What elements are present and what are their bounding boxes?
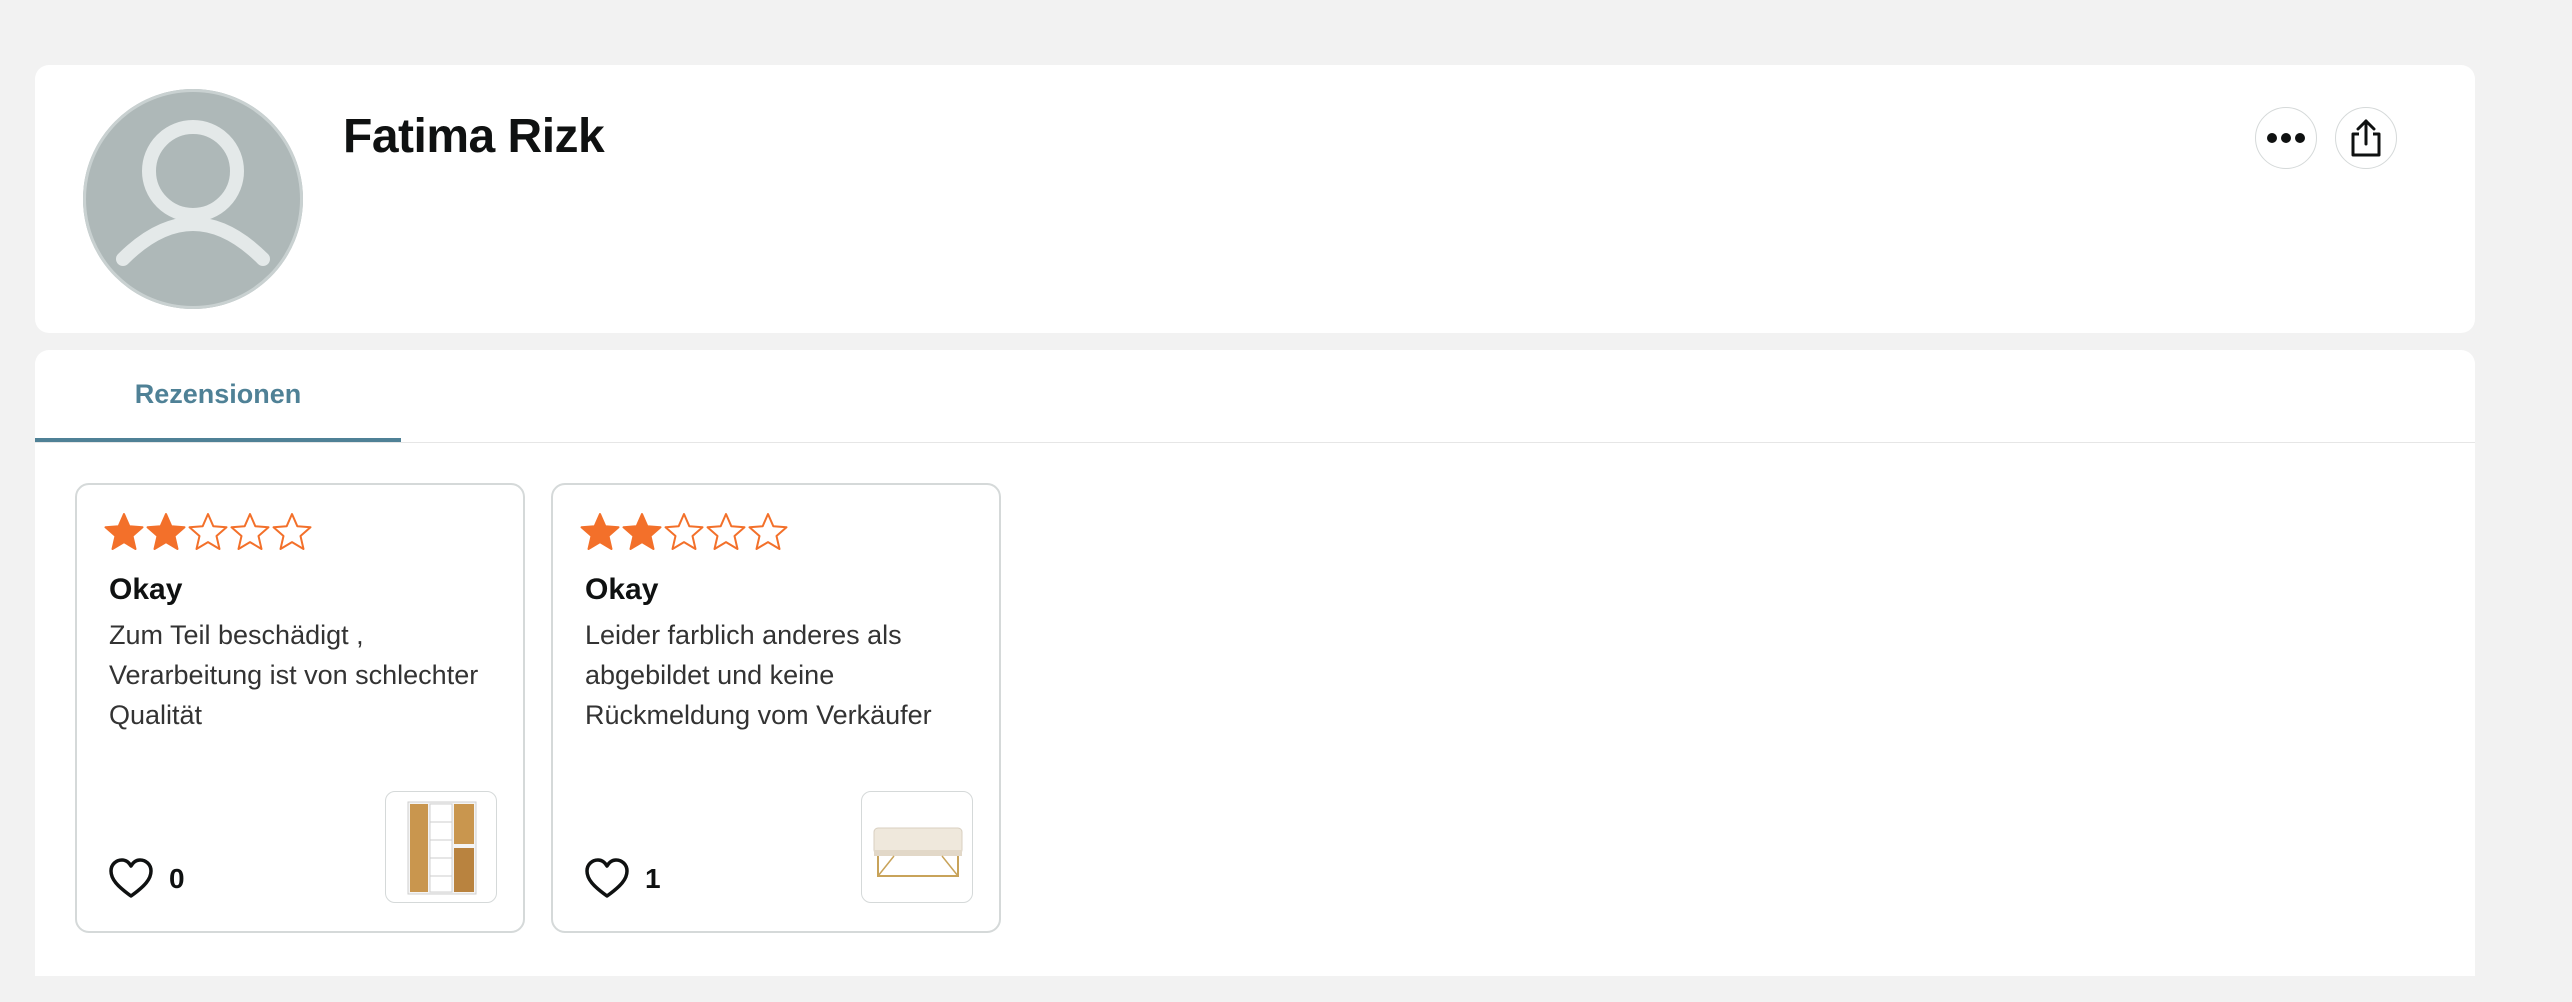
upholstered-bench-thumbnail xyxy=(873,827,963,877)
like-count: 0 xyxy=(169,863,185,894)
heart-icon[interactable] xyxy=(107,855,155,903)
tab-reviews[interactable]: Rezensionen xyxy=(35,350,401,442)
product-thumbnail[interactable] xyxy=(385,791,497,903)
profile-name: Fatima Rizk xyxy=(343,110,605,163)
star-empty-icon xyxy=(664,513,704,550)
review-card[interactable]: Okay Leider farblich anderes als abgebil… xyxy=(551,483,1001,933)
review-title: Okay xyxy=(585,573,659,606)
avatar xyxy=(83,89,303,309)
wardrobe-cabinet-thumbnail xyxy=(407,801,477,895)
star-empty-icon xyxy=(272,513,312,550)
share-button[interactable] xyxy=(2335,107,2397,169)
star-rating xyxy=(579,511,789,553)
review-title: Okay xyxy=(109,573,183,606)
star-empty-icon xyxy=(706,513,746,550)
star-filled-icon xyxy=(146,513,186,550)
reviews-panel: Rezensionen Okay Zum Teil beschädigt , V… xyxy=(35,350,2475,976)
star-filled-icon xyxy=(622,513,662,550)
like-count: 1 xyxy=(645,863,661,894)
review-card[interactable]: Okay Zum Teil beschädigt , Verarbeitung … xyxy=(75,483,525,933)
star-empty-icon xyxy=(230,513,270,550)
tab-bar: Rezensionen xyxy=(35,350,2475,443)
default-user-avatar-icon xyxy=(116,120,270,266)
star-filled-icon xyxy=(580,513,620,550)
profile-card: Fatima Rizk xyxy=(35,65,2475,333)
ellipsis-icon xyxy=(2267,133,2305,143)
review-text: Zum Teil beschädigt , Verarbeitung ist v… xyxy=(109,620,479,730)
star-empty-icon xyxy=(188,513,228,550)
review-text: Leider farblich anderes als abgebildet u… xyxy=(585,620,932,730)
heart-icon[interactable] xyxy=(583,855,631,903)
share-icon xyxy=(2351,119,2381,157)
product-thumbnail[interactable] xyxy=(861,791,973,903)
star-rating xyxy=(103,511,313,553)
star-empty-icon xyxy=(748,513,788,550)
more-options-button[interactable] xyxy=(2255,107,2317,169)
star-filled-icon xyxy=(104,513,144,550)
